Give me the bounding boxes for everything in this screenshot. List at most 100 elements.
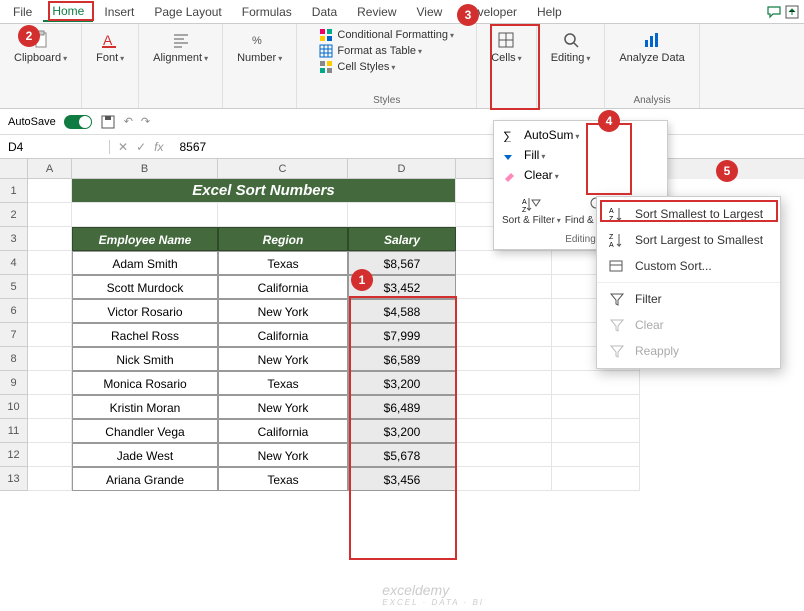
cell-employee[interactable]: Nick Smith [72, 347, 218, 371]
tab-help[interactable]: Help [528, 3, 571, 21]
custom-sort[interactable]: Custom Sort... [597, 253, 780, 279]
row-header[interactable]: 8 [0, 347, 28, 371]
row-header[interactable]: 3 [0, 227, 28, 251]
comments-icon[interactable] [766, 4, 782, 20]
group-analysis: Analyze Data Analysis [605, 24, 699, 108]
cell-region[interactable]: California [218, 323, 348, 347]
fill-button[interactable]: Fill [498, 145, 663, 165]
formula-bar: D4 ✕ ✓ fx 8567 [0, 135, 804, 159]
row-header[interactable]: 10 [0, 395, 28, 419]
cell-employee[interactable]: Ariana Grande [72, 467, 218, 491]
row-header[interactable]: 12 [0, 443, 28, 467]
cell-salary[interactable]: $3,200 [348, 371, 456, 395]
tab-data[interactable]: Data [303, 3, 346, 21]
title-cell[interactable]: Excel Sort Numbers [72, 179, 456, 203]
formula-input[interactable]: 8567 [171, 140, 214, 154]
tab-home[interactable]: Home [43, 2, 93, 22]
badge-4: 4 [598, 110, 620, 132]
font-button[interactable]: A Font [90, 28, 130, 66]
cell-employee[interactable]: Victor Rosario [72, 299, 218, 323]
cell-employee[interactable]: Scott Murdock [72, 275, 218, 299]
analyze-data-button[interactable]: Analyze Data [613, 28, 690, 66]
undo-icon[interactable]: ↶ [124, 115, 133, 128]
share-icon[interactable] [784, 4, 800, 20]
cell-employee[interactable]: Chandler Vega [72, 419, 218, 443]
row-header[interactable]: 7 [0, 323, 28, 347]
header-region[interactable]: Region [218, 227, 348, 251]
row-header[interactable]: 2 [0, 203, 28, 227]
cell-styles-button[interactable]: Cell Styles [319, 60, 454, 74]
filter-toggle[interactable]: Filter [597, 286, 780, 312]
tab-insert[interactable]: Insert [95, 3, 143, 21]
header-salary[interactable]: Salary [348, 227, 456, 251]
conditional-formatting-button[interactable]: Conditional Formatting [319, 28, 454, 42]
col-header[interactable]: D [348, 159, 456, 179]
editing-button[interactable]: Editing [545, 28, 597, 66]
row-header[interactable]: 13 [0, 467, 28, 491]
group-alignment: Alignment [139, 24, 223, 108]
cell-region[interactable]: New York [218, 299, 348, 323]
row-header[interactable]: 6 [0, 299, 28, 323]
filter-clear: Clear [597, 312, 780, 338]
redo-icon[interactable]: ↷ [141, 115, 150, 128]
svg-text:∑: ∑ [503, 129, 512, 142]
number-button[interactable]: % Number [231, 28, 288, 66]
row-header[interactable]: 1 [0, 179, 28, 203]
row-header[interactable]: 11 [0, 419, 28, 443]
cell-region[interactable]: Texas [218, 371, 348, 395]
alignment-button[interactable]: Alignment [147, 28, 214, 66]
autosave-toggle[interactable] [64, 115, 92, 129]
cell-region[interactable]: Texas [218, 467, 348, 491]
cell-region[interactable]: New York [218, 347, 348, 371]
tab-file[interactable]: File [4, 3, 41, 21]
tab-page-layout[interactable]: Page Layout [145, 3, 230, 21]
svg-text:A: A [103, 32, 113, 48]
row-header[interactable]: 5 [0, 275, 28, 299]
svg-text:A: A [522, 199, 527, 206]
cell-salary[interactable]: $5,678 [348, 443, 456, 467]
cell-salary[interactable]: $6,489 [348, 395, 456, 419]
cells-button[interactable]: Cells [485, 28, 527, 66]
name-box[interactable]: D4 [0, 140, 110, 154]
sort-filter-button[interactable]: AZ Sort & Filter [502, 195, 561, 226]
badge-1: 1 [351, 269, 373, 291]
cell-salary[interactable]: $7,999 [348, 323, 456, 347]
cell-region[interactable]: New York [218, 395, 348, 419]
cell-employee[interactable]: Monica Rosario [72, 371, 218, 395]
group-cells: Cells [477, 24, 536, 108]
tab-view[interactable]: View [408, 3, 452, 21]
clear-button[interactable]: Clear [498, 165, 663, 185]
select-all-corner[interactable] [0, 159, 28, 179]
cell-region[interactable]: California [218, 419, 348, 443]
cell-region[interactable]: New York [218, 443, 348, 467]
cell-region[interactable]: California [218, 275, 348, 299]
tab-formulas[interactable]: Formulas [233, 3, 301, 21]
col-header[interactable]: C [218, 159, 348, 179]
col-header[interactable]: A [28, 159, 72, 179]
badge-2: 2 [18, 25, 40, 47]
fx-icon[interactable]: fx [154, 140, 163, 154]
sort-descending[interactable]: ZASort Largest to Smallest [597, 227, 780, 253]
row-header[interactable]: 4 [0, 251, 28, 275]
cell-salary[interactable]: $6,589 [348, 347, 456, 371]
cell-employee[interactable]: Jade West [72, 443, 218, 467]
header-employee[interactable]: Employee Name [72, 227, 218, 251]
format-as-table-button[interactable]: Format as Table [319, 44, 454, 58]
cell-employee[interactable]: Rachel Ross [72, 323, 218, 347]
cell-employee[interactable]: Adam Smith [72, 251, 218, 275]
sort-ascending[interactable]: AZSort Smallest to Largest [597, 201, 780, 227]
svg-text:%: % [252, 35, 262, 47]
autosum-button[interactable]: ∑AutoSum [498, 125, 663, 145]
cell-salary[interactable]: $3,200 [348, 419, 456, 443]
cancel-icon[interactable]: ✕ [118, 140, 128, 154]
cell-salary[interactable]: $4,588 [348, 299, 456, 323]
tab-review[interactable]: Review [348, 3, 405, 21]
cell-salary[interactable]: $3,456 [348, 467, 456, 491]
enter-icon[interactable]: ✓ [136, 140, 146, 154]
svg-text:A: A [609, 208, 614, 215]
col-header[interactable]: B [72, 159, 218, 179]
row-header[interactable]: 9 [0, 371, 28, 395]
cell-region[interactable]: Texas [218, 251, 348, 275]
save-icon[interactable] [100, 114, 116, 130]
cell-employee[interactable]: Kristin Moran [72, 395, 218, 419]
